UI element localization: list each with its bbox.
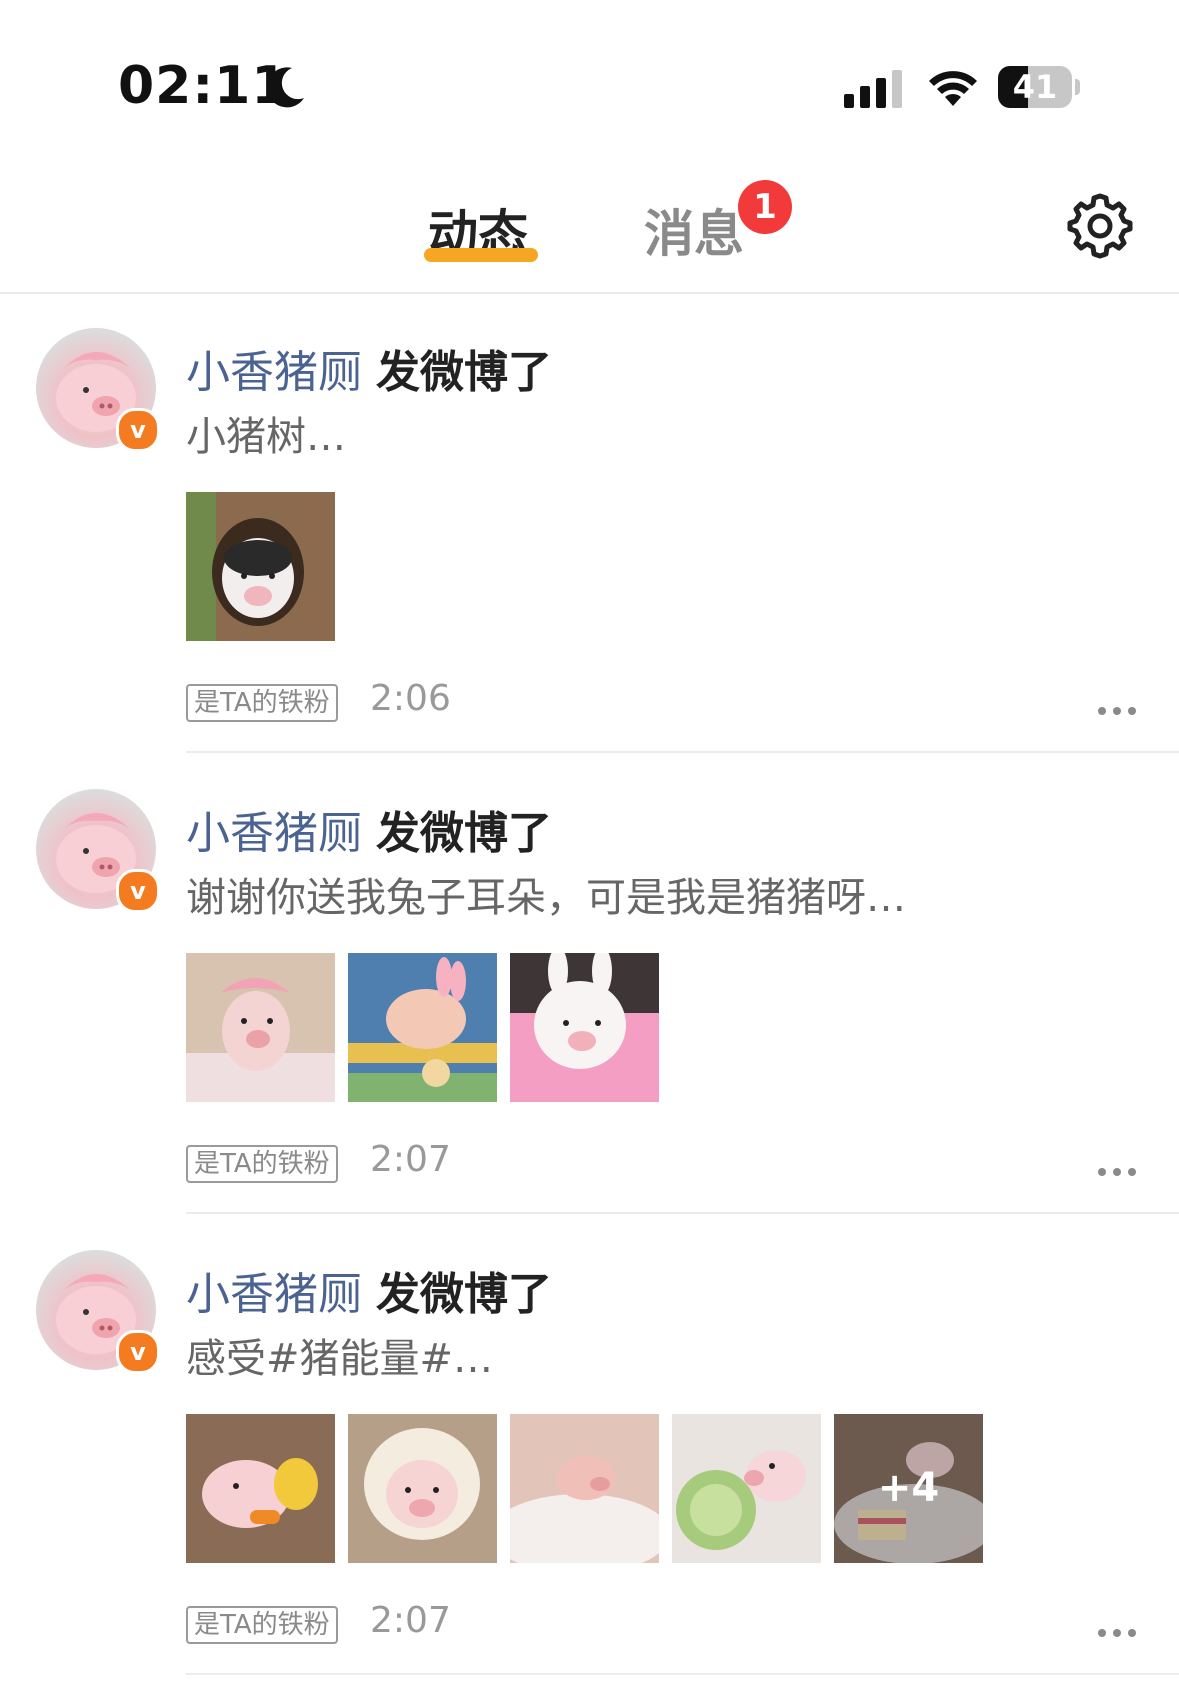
- pig-sleeping-image: [510, 1414, 659, 1563]
- post-time: 2:07: [370, 1139, 451, 1180]
- divider: [186, 1673, 1179, 1675]
- post-image[interactable]: [510, 953, 659, 1102]
- more-options-icon[interactable]: [1098, 1165, 1138, 1179]
- post-image[interactable]: [186, 1414, 335, 1563]
- post-image[interactable]: [186, 492, 335, 641]
- fan-tag: 是TA的铁粉: [186, 684, 338, 722]
- more-images-count: +4: [834, 1414, 983, 1563]
- username[interactable]: 小香猪厕: [186, 347, 362, 398]
- pig-bunny-ears-blanket-image: [348, 953, 497, 1102]
- pig-pink-hat-image: [186, 953, 335, 1102]
- username[interactable]: 小香猪厕: [186, 808, 362, 859]
- verified-badge-icon: v: [116, 869, 160, 913]
- fan-tag: 是TA的铁粉: [186, 1606, 338, 1644]
- post-headline: 小香猪厕 发微博了: [186, 797, 552, 861]
- feed-post: v 小香猪厕 发微博了 感受#猪能量#… +4 是TA的铁粉 2:07: [0, 1214, 1179, 1675]
- post-image[interactable]: [186, 953, 335, 1102]
- post-headline: 小香猪厕 发微博了: [186, 336, 552, 400]
- pig-with-cabbage-image: [672, 1414, 821, 1563]
- feed-post: v 小香猪厕 发微博了 谢谢你送我兔子耳朵，可是我是猪猪呀… 是TA的铁粉 2:…: [0, 753, 1179, 1214]
- post-time: 2:07: [370, 1600, 451, 1641]
- username[interactable]: 小香猪厕: [186, 1269, 362, 1320]
- post-time: 2:06: [370, 678, 451, 719]
- post-image[interactable]: [672, 1414, 821, 1563]
- post-action: 发微博了: [376, 808, 552, 859]
- moon-icon: [267, 67, 304, 108]
- battery-level: 41: [1012, 68, 1058, 106]
- post-action: 发微博了: [376, 347, 552, 398]
- wifi-icon: [929, 71, 977, 106]
- verified-badge-icon: v: [116, 408, 160, 452]
- battery-tip: [1075, 79, 1080, 95]
- pig-white-bunny-hat-image: [510, 953, 659, 1102]
- status-bar: 02:11 41: [0, 0, 1179, 150]
- pig-with-duck-toy-image: [186, 1414, 335, 1563]
- post-excerpt[interactable]: 谢谢你送我兔子耳朵，可是我是猪猪呀…: [186, 865, 906, 923]
- pig-in-tree-hole-image: [186, 492, 335, 641]
- fan-tag: 是TA的铁粉: [186, 1145, 338, 1183]
- top-nav: 动态 消息 1: [0, 150, 1179, 294]
- more-options-icon[interactable]: [1098, 1626, 1138, 1640]
- pig-in-hood-image: [348, 1414, 497, 1563]
- cellular-signal-icon: [844, 70, 902, 108]
- post-excerpt[interactable]: 感受#猪能量#…: [186, 1326, 493, 1384]
- post-image[interactable]: [348, 1414, 497, 1563]
- gear-icon[interactable]: [1066, 192, 1134, 260]
- post-headline: 小香猪厕 发微博了: [186, 1258, 552, 1322]
- battery-icon: 41: [998, 66, 1080, 108]
- post-image[interactable]: +4: [834, 1414, 983, 1563]
- battery-body: 41: [998, 66, 1072, 108]
- verified-badge-icon: v: [116, 1330, 160, 1374]
- more-options-icon[interactable]: [1098, 704, 1138, 718]
- post-excerpt[interactable]: 小猪树…: [186, 404, 346, 462]
- active-tab-indicator: [424, 248, 538, 262]
- post-image[interactable]: [510, 1414, 659, 1563]
- feed-post: v 小香猪厕 发微博了 小猪树… 是TA的铁粉 2:06: [0, 292, 1179, 753]
- unread-badge: 1: [738, 180, 792, 234]
- post-image[interactable]: [348, 953, 497, 1102]
- tab-messages[interactable]: 消息: [644, 194, 744, 266]
- post-action: 发微博了: [376, 1269, 552, 1320]
